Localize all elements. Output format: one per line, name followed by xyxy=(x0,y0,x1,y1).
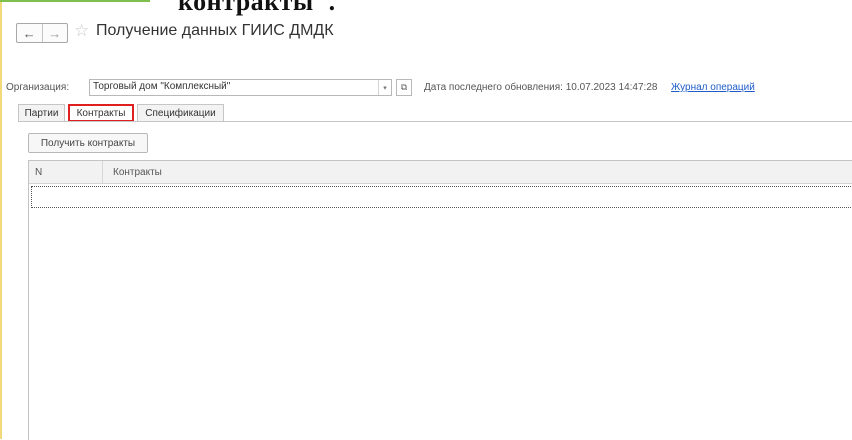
back-button[interactable]: ← xyxy=(17,24,42,42)
table-row-focused[interactable] xyxy=(31,186,852,208)
left-accent-bar xyxy=(0,0,2,439)
top-accent-bar xyxy=(0,0,150,2)
column-header-n[interactable]: N xyxy=(35,167,42,178)
table-header: N Контракты xyxy=(29,161,852,184)
open-organization-button[interactable]: ⧉ xyxy=(396,79,412,96)
column-divider xyxy=(102,161,103,183)
tab-batches[interactable]: Партии xyxy=(18,104,65,122)
forward-button[interactable]: → xyxy=(41,24,68,42)
tab-specifications[interactable]: Спецификации xyxy=(137,104,224,122)
star-icon[interactable]: ☆ xyxy=(74,22,89,39)
organization-value: Торговый дом "Комплексный" xyxy=(93,81,231,92)
organization-label: Организация: xyxy=(6,82,70,93)
last-update-text: Дата последнего обновления: 10.07.2023 1… xyxy=(424,82,658,93)
contracts-table[interactable]: N Контракты xyxy=(28,160,852,440)
column-header-contracts[interactable]: Контракты xyxy=(113,167,162,178)
get-contracts-button[interactable]: Получить контракты xyxy=(28,133,148,153)
organization-field[interactable]: Торговый дом "Комплексный" ▾ xyxy=(89,79,392,96)
caption-fragment: контракты". xyxy=(178,0,336,16)
open-window-icon: ⧉ xyxy=(400,82,408,92)
journal-link[interactable]: Журнал операций xyxy=(671,82,755,93)
tab-contracts[interactable]: Контракты xyxy=(68,104,134,122)
navigation-buttons: ← → xyxy=(16,23,68,43)
chevron-down-icon[interactable]: ▾ xyxy=(378,80,391,95)
tab-divider xyxy=(18,121,852,122)
arrow-left-icon: ← xyxy=(22,25,36,41)
arrow-right-icon: → xyxy=(48,25,62,41)
page-title: Получение данных ГИИС ДМДК xyxy=(96,22,334,39)
